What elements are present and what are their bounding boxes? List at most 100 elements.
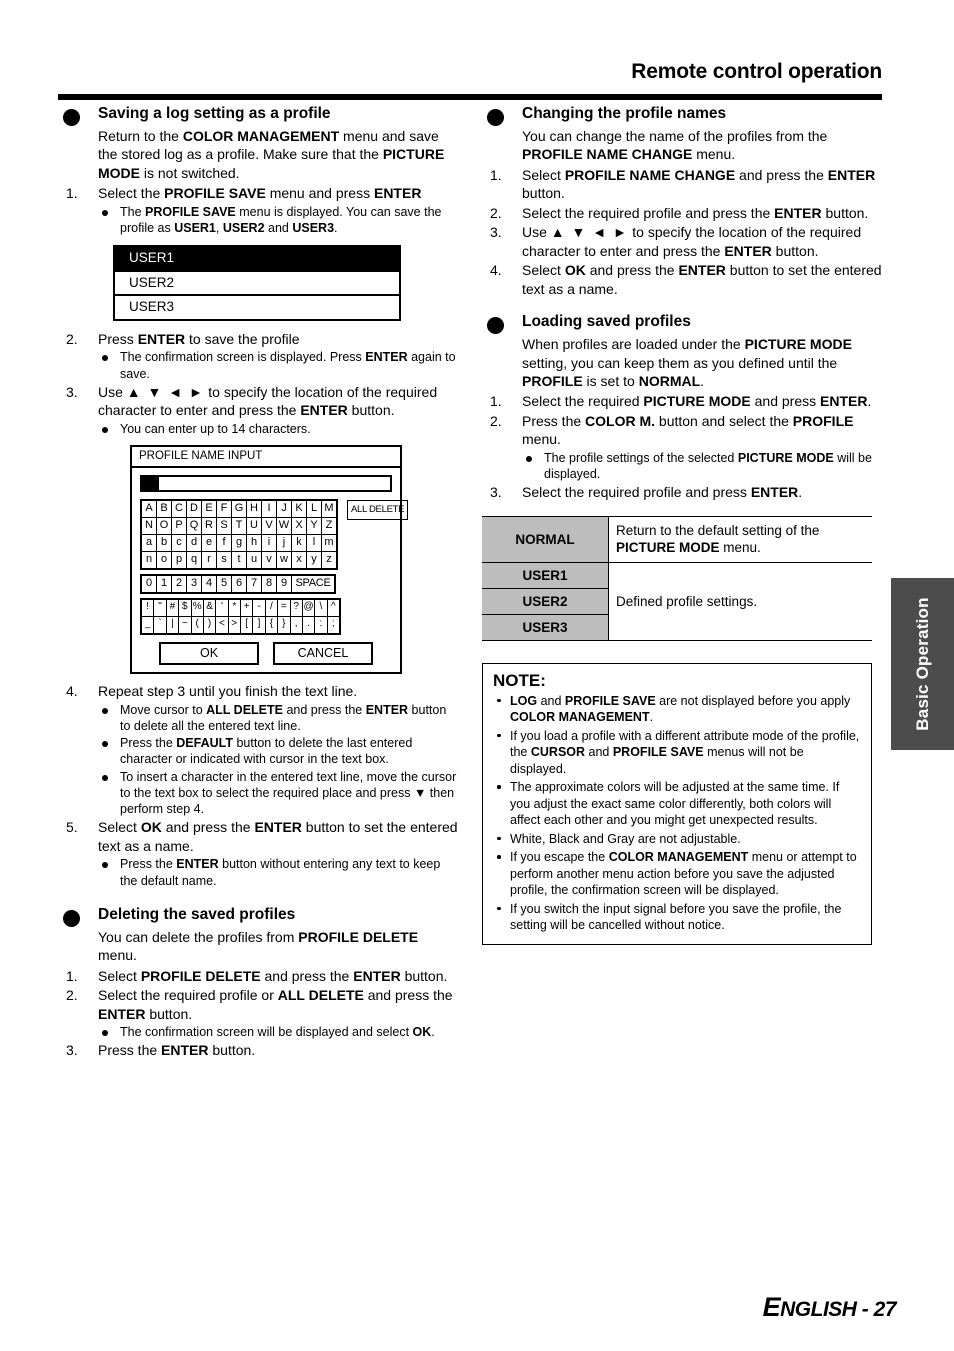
key-N[interactable]: N: [140, 516, 157, 535]
key-K[interactable]: K: [291, 499, 307, 518]
key-bracket-open[interactable]: [: [239, 615, 254, 635]
key-n[interactable]: n: [140, 550, 157, 570]
key-M[interactable]: M: [321, 499, 338, 518]
key-at[interactable]: @: [301, 598, 316, 617]
key-brace-close[interactable]: }: [277, 615, 291, 635]
key-Z[interactable]: Z: [321, 516, 338, 535]
osd-profile-row-user3[interactable]: USER3: [115, 296, 399, 319]
key-l[interactable]: l: [306, 533, 322, 552]
key-Y[interactable]: Y: [306, 516, 322, 535]
osd-profile-row-user2[interactable]: USER2: [115, 272, 399, 297]
key-caret[interactable]: ^: [326, 598, 341, 617]
cancel-button[interactable]: CANCEL: [273, 641, 373, 666]
osd-name-textbox[interactable]: [140, 474, 392, 492]
key-backtick[interactable]: `: [153, 615, 167, 635]
key-C[interactable]: C: [171, 499, 187, 518]
key-semicolon[interactable]: ;: [326, 615, 341, 635]
key-e[interactable]: e: [201, 533, 217, 552]
key-f[interactable]: f: [216, 533, 232, 552]
key-u[interactable]: u: [246, 550, 262, 570]
key-percent[interactable]: %: [190, 598, 204, 617]
key-ampersand[interactable]: &: [202, 598, 217, 617]
key-i[interactable]: i: [261, 533, 277, 552]
key-8[interactable]: 8: [261, 574, 277, 594]
key-paren-close[interactable]: ): [202, 615, 217, 635]
key-V[interactable]: V: [261, 516, 277, 535]
key-F[interactable]: F: [216, 499, 232, 518]
key-equals[interactable]: =: [277, 598, 291, 617]
key-3[interactable]: 3: [186, 574, 202, 594]
key-E[interactable]: E: [201, 499, 217, 518]
key-a[interactable]: a: [140, 533, 157, 552]
key-0[interactable]: 0: [140, 574, 157, 594]
key-w[interactable]: w: [276, 550, 292, 570]
key-D[interactable]: D: [186, 499, 202, 518]
key-quote[interactable]: ": [153, 598, 167, 617]
key-r[interactable]: r: [201, 550, 217, 570]
key-7[interactable]: 7: [246, 574, 262, 594]
key-exclamation[interactable]: !: [140, 598, 155, 617]
key-x[interactable]: x: [291, 550, 307, 570]
key-asterisk[interactable]: *: [227, 598, 242, 617]
key-paren-open[interactable]: (: [190, 615, 204, 635]
key-backslash[interactable]: \: [314, 598, 328, 617]
key-less-than[interactable]: <: [215, 615, 229, 635]
key-W[interactable]: W: [276, 516, 292, 535]
key-6[interactable]: 6: [231, 574, 247, 594]
osd-profile-row-user1[interactable]: USER1: [115, 247, 399, 272]
key-H[interactable]: H: [246, 499, 262, 518]
key-L[interactable]: L: [306, 499, 322, 518]
key-B[interactable]: B: [156, 499, 172, 518]
key-m[interactable]: m: [321, 533, 338, 552]
key-9[interactable]: 9: [276, 574, 292, 594]
key-v[interactable]: v: [261, 550, 277, 570]
key-A[interactable]: A: [140, 499, 157, 518]
key-z[interactable]: z: [321, 550, 338, 570]
key-j[interactable]: j: [276, 533, 292, 552]
key-Q[interactable]: Q: [186, 516, 202, 535]
key-5[interactable]: 5: [216, 574, 232, 594]
key-U[interactable]: U: [246, 516, 262, 535]
key-t[interactable]: t: [231, 550, 247, 570]
key-S[interactable]: S: [216, 516, 232, 535]
key-o[interactable]: o: [156, 550, 172, 570]
key-d[interactable]: d: [186, 533, 202, 552]
key-greater-than[interactable]: >: [227, 615, 242, 635]
key-I[interactable]: I: [261, 499, 277, 518]
key-question[interactable]: ?: [289, 598, 303, 617]
key-p[interactable]: p: [171, 550, 187, 570]
key-hash[interactable]: #: [165, 598, 180, 617]
key-h[interactable]: h: [246, 533, 262, 552]
key-minus[interactable]: -: [252, 598, 266, 617]
key-O[interactable]: O: [156, 516, 172, 535]
key-J[interactable]: J: [276, 499, 292, 518]
key-4[interactable]: 4: [201, 574, 217, 594]
key-colon[interactable]: :: [314, 615, 328, 635]
key-R[interactable]: R: [201, 516, 217, 535]
key-pipe[interactable]: |: [165, 615, 180, 635]
key-X[interactable]: X: [291, 516, 307, 535]
key-underscore[interactable]: _: [140, 615, 155, 635]
key-dollar[interactable]: $: [178, 598, 192, 617]
key-q[interactable]: q: [186, 550, 202, 570]
key-plus[interactable]: +: [239, 598, 254, 617]
key-G[interactable]: G: [231, 499, 247, 518]
key-s[interactable]: s: [216, 550, 232, 570]
key-b[interactable]: b: [156, 533, 172, 552]
key-P[interactable]: P: [171, 516, 187, 535]
key-apostrophe[interactable]: ': [215, 598, 229, 617]
key-T[interactable]: T: [231, 516, 247, 535]
key-space[interactable]: SPACE: [291, 574, 336, 594]
key-comma[interactable]: ,: [289, 615, 303, 635]
key-g[interactable]: g: [231, 533, 247, 552]
key-period[interactable]: .: [301, 615, 316, 635]
key-c[interactable]: c: [171, 533, 187, 552]
key-2[interactable]: 2: [171, 574, 187, 594]
key-brace-open[interactable]: {: [264, 615, 279, 635]
key-bracket-close[interactable]: ]: [252, 615, 266, 635]
ok-button[interactable]: OK: [159, 641, 259, 666]
key-slash[interactable]: /: [264, 598, 279, 617]
key-y[interactable]: y: [306, 550, 322, 570]
key-tilde[interactable]: ~: [178, 615, 192, 635]
key-1[interactable]: 1: [156, 574, 172, 594]
